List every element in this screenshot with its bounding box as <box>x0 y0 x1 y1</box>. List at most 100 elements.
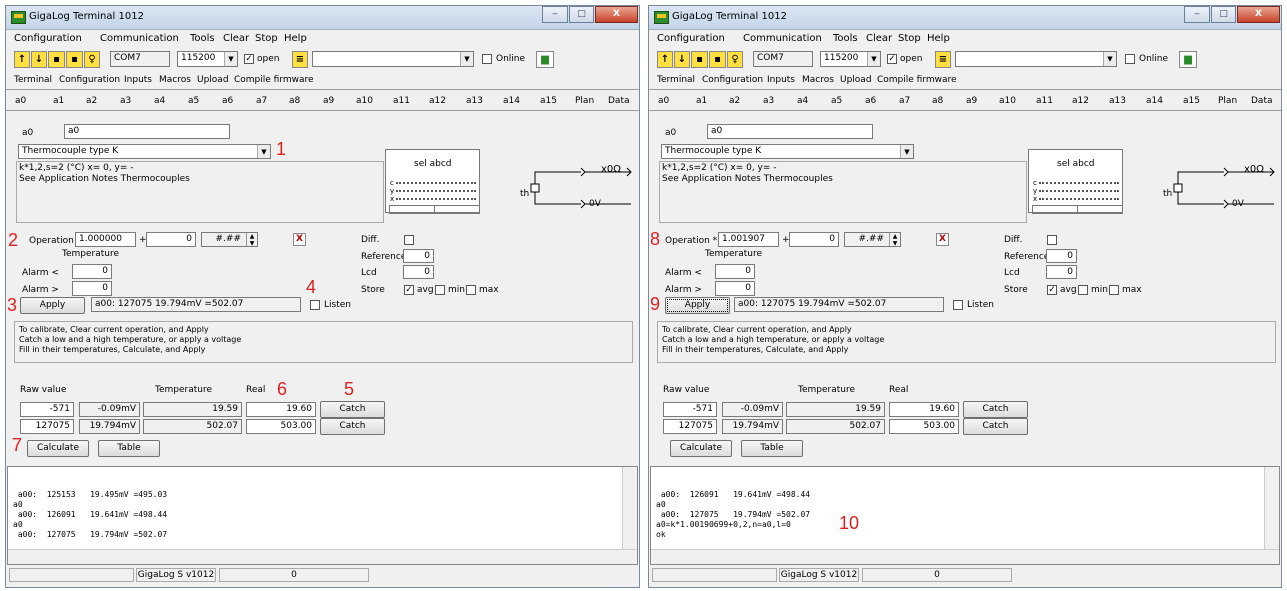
spin-icon[interactable]: ▲ ▼ <box>889 233 900 246</box>
bulb-button[interactable]: ♀ <box>727 51 743 68</box>
minimize-button[interactable]: ‒ <box>542 6 568 23</box>
arrow-down-button[interactable]: ↓ <box>674 51 690 68</box>
online-checkbox[interactable] <box>1125 54 1135 64</box>
menu-clear[interactable]: Clear <box>866 33 892 44</box>
download-save-button[interactable]: ▪ <box>709 51 726 68</box>
tab-inputs[interactable]: Inputs <box>767 75 795 85</box>
terminal-output[interactable]: a00: 125153 19.495mV =495.03 a0 a00: 126… <box>7 466 638 565</box>
arrow-up-button[interactable]: ↑ <box>14 51 30 68</box>
format-field[interactable]: #.## ▲ ▼ <box>844 232 901 247</box>
tab-data[interactable]: Data <box>1251 96 1273 106</box>
title-bar[interactable]: GigaLog Terminal 1012 ‒ □ X <box>6 6 639 30</box>
raw-value-2[interactable]: 127075 <box>663 419 717 434</box>
baud-select[interactable]: 115200 ▼ <box>820 51 881 67</box>
tab-a2[interactable]: a2 <box>729 96 740 106</box>
sensor-type-select[interactable]: Thermocouple type K ▼ <box>18 144 271 159</box>
tab-a3[interactable]: a3 <box>120 96 131 106</box>
online-checkbox[interactable] <box>482 54 492 64</box>
upload-save-button[interactable]: ▪ <box>48 51 65 68</box>
real-value-1[interactable]: 19.60 <box>889 402 959 417</box>
tab-a5[interactable]: a5 <box>831 96 842 106</box>
tab-a6[interactable]: a6 <box>865 96 876 106</box>
tab-a1[interactable]: a1 <box>53 96 64 106</box>
diff-checkbox[interactable] <box>1047 235 1057 245</box>
command-combo[interactable]: ▼ <box>955 51 1117 67</box>
max-checkbox[interactable] <box>466 285 476 295</box>
tab-a0[interactable]: a0 <box>658 96 669 106</box>
tab-inputs[interactable]: Inputs <box>124 75 152 85</box>
reference-input[interactable]: 0 <box>1046 249 1077 263</box>
offset-input[interactable]: 0 <box>789 232 839 247</box>
tab-a13[interactable]: a13 <box>1109 96 1126 106</box>
catch-button-1[interactable]: Catch <box>963 401 1028 418</box>
calculate-button[interactable]: Calculate <box>27 440 89 457</box>
open-checkbox[interactable]: ✓ <box>244 54 254 64</box>
vertical-scrollbar[interactable] <box>1264 467 1279 550</box>
raw-value-1[interactable]: -571 <box>663 402 717 417</box>
tab-a6[interactable]: a6 <box>222 96 233 106</box>
tab-a1[interactable]: a1 <box>696 96 707 106</box>
menu-help[interactable]: Help <box>927 33 950 44</box>
tab-configuration[interactable]: Configuration <box>59 75 120 85</box>
listen-checkbox[interactable] <box>953 300 963 310</box>
channel-name-input[interactable]: a0 <box>64 124 230 139</box>
avg-checkbox[interactable]: ✓ <box>1047 285 1057 295</box>
vertical-scrollbar[interactable] <box>622 467 637 550</box>
clear-operation-button[interactable]: X <box>936 233 949 246</box>
format-field[interactable]: #.## ▲ ▼ <box>201 232 258 247</box>
tab-a12[interactable]: a12 <box>1072 96 1089 106</box>
tab-a13[interactable]: a13 <box>466 96 483 106</box>
tab-a4[interactable]: a4 <box>154 96 165 106</box>
notes-button[interactable]: ≡ <box>935 51 951 68</box>
tab-a4[interactable]: a4 <box>797 96 808 106</box>
calculate-button[interactable]: Calculate <box>670 440 732 457</box>
minimize-button[interactable]: ‒ <box>1184 6 1210 23</box>
sensor-type-select[interactable]: Thermocouple type K ▼ <box>661 144 914 159</box>
menu-tools[interactable]: Tools <box>833 33 858 44</box>
tab-a8[interactable]: a8 <box>932 96 943 106</box>
reference-input[interactable]: 0 <box>403 249 434 263</box>
tab-a2[interactable]: a2 <box>86 96 97 106</box>
apply-button[interactable]: Apply <box>665 297 730 314</box>
avg-checkbox[interactable]: ✓ <box>404 285 414 295</box>
tab-a11[interactable]: a11 <box>1036 96 1053 106</box>
port-field[interactable]: COM7 <box>110 51 170 67</box>
close-button[interactable]: X <box>595 6 638 23</box>
chart-button[interactable]: ▆ <box>536 51 554 68</box>
menu-communication[interactable]: Communication <box>743 33 822 44</box>
tab-a0[interactable]: a0 <box>15 96 26 106</box>
close-button[interactable]: X <box>1237 6 1280 23</box>
alarm-low-input[interactable]: 0 <box>715 264 755 279</box>
tab-a14[interactable]: a14 <box>503 96 520 106</box>
tab-macros[interactable]: Macros <box>159 75 191 85</box>
tab-compile-firmware[interactable]: Compile firmware <box>234 75 314 85</box>
tab-a15[interactable]: a15 <box>1183 96 1200 106</box>
tab-a12[interactable]: a12 <box>429 96 446 106</box>
port-field[interactable]: COM7 <box>753 51 813 67</box>
clear-operation-button[interactable]: X <box>293 233 306 246</box>
alarm-high-input[interactable]: 0 <box>715 281 755 296</box>
tab-a8[interactable]: a8 <box>289 96 300 106</box>
horizontal-scrollbar[interactable] <box>8 549 637 564</box>
multiplier-input[interactable]: 1.001907 <box>718 232 779 247</box>
tab-a7[interactable]: a7 <box>899 96 910 106</box>
tab-a5[interactable]: a5 <box>188 96 199 106</box>
arrow-down-button[interactable]: ↓ <box>31 51 47 68</box>
apply-button[interactable]: Apply <box>20 297 85 314</box>
multiplier-input[interactable]: 1.000000 <box>75 232 136 247</box>
maximize-button[interactable]: □ <box>1211 6 1236 23</box>
arrow-up-button[interactable]: ↑ <box>657 51 673 68</box>
tab-a15[interactable]: a15 <box>540 96 557 106</box>
chart-button[interactable]: ▆ <box>1179 51 1197 68</box>
listen-checkbox[interactable] <box>310 300 320 310</box>
tab-macros[interactable]: Macros <box>802 75 834 85</box>
baud-select[interactable]: 115200 ▼ <box>177 51 238 67</box>
tab-a14[interactable]: a14 <box>1146 96 1163 106</box>
menu-stop[interactable]: Stop <box>898 33 921 44</box>
raw-value-1[interactable]: -571 <box>20 402 74 417</box>
maximize-button[interactable]: □ <box>569 6 594 23</box>
max-checkbox[interactable] <box>1109 285 1119 295</box>
alarm-high-input[interactable]: 0 <box>72 281 112 296</box>
menu-tools[interactable]: Tools <box>190 33 215 44</box>
raw-value-2[interactable]: 127075 <box>20 419 74 434</box>
